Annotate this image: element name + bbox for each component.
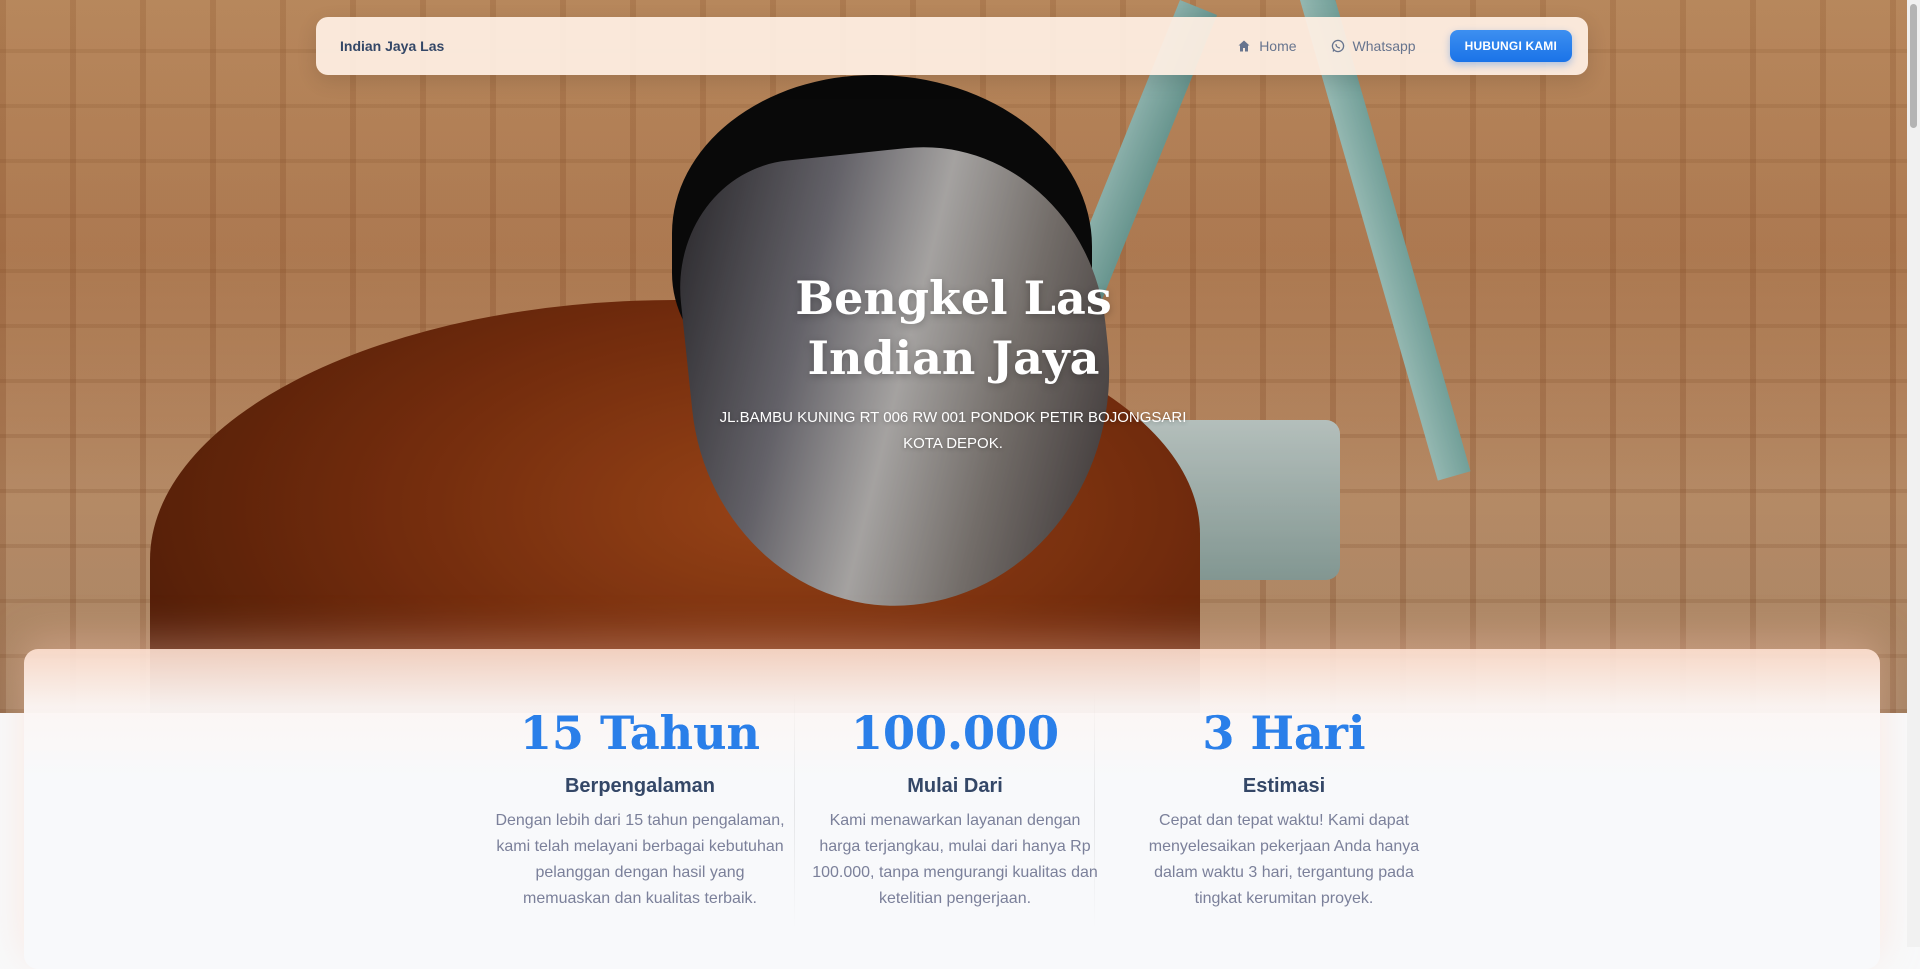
page-scrollbar[interactable] [1907,0,1920,947]
stat-value: 100.000 [810,705,1100,761]
stat-description: Kami menawarkan layanan dengan harga ter… [812,812,1098,907]
nav-whatsapp-label: Whatsapp [1352,38,1416,54]
nav-home-label: Home [1259,38,1297,54]
home-icon [1237,39,1251,53]
whatsapp-icon [1331,39,1345,53]
brand-link[interactable]: Indian Jaya Las [340,38,444,54]
stat-estimate: 3 Hari Estimasi Cepat dan tepat waktu! K… [1134,649,1434,912]
stat-description: Cepat dan tepat waktu! Kami dapat menyel… [1148,812,1420,907]
nav-links: Home Whatsapp HUBUNGI KAMI [1237,30,1572,62]
stat-price: 100.000 Mulai Dari Kami menawarkan layan… [810,649,1100,912]
stat-divider [794,689,795,929]
navbar: Indian Jaya Las Home Whatsapp HUBUNGI KA… [316,17,1588,75]
hero-title-line-2: Indian Jaya [807,331,1100,385]
stat-value: 3 Hari [1134,705,1434,761]
stat-label: Mulai Dari [907,775,1003,797]
nav-whatsapp-link[interactable]: Whatsapp [1331,38,1416,54]
stat-description: Dengan lebih dari 15 tahun pengalaman, k… [495,812,785,907]
stat-experience: 15 Tahun Berpengalaman Dengan lebih dari… [492,649,788,912]
scrollbar-thumb[interactable] [1910,4,1917,128]
stat-label: Estimasi [1242,775,1326,797]
nav-home-link[interactable]: Home [1237,38,1297,54]
stat-divider [1094,689,1095,929]
stats-card: 15 Tahun Berpengalaman Dengan lebih dari… [24,649,1880,969]
hero-title: Bengkel Las Indian Jaya [0,268,1907,388]
hero-address: JL.BAMBU KUNING RT 006 RW 001 PONDOK PET… [719,409,1187,452]
hero-title-line-1: Bengkel Las [795,271,1112,325]
stat-label: Berpengalaman [564,775,716,797]
contact-us-button[interactable]: HUBUNGI KAMI [1449,30,1572,62]
stat-value: 15 Tahun [492,705,788,761]
